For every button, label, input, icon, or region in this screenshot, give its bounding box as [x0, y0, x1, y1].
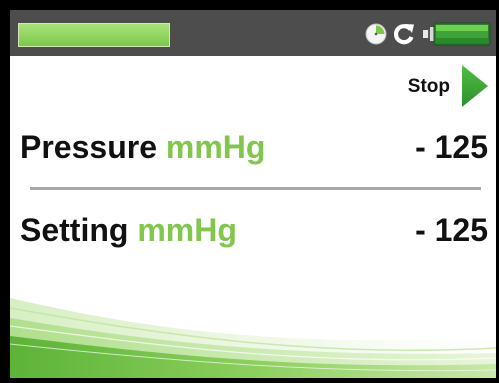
pressure-unit: mmHg: [165, 129, 266, 165]
status-bar: [10, 10, 496, 56]
setting-label: Setting mmHg: [20, 208, 237, 252]
progress-bar: [18, 23, 170, 47]
pressure-label-text: Pressure: [20, 129, 157, 165]
setting-unit: mmHg: [137, 212, 237, 248]
pressure-value: - 125: [415, 129, 488, 165]
clock-icon: [365, 23, 387, 45]
device-frame: Stop Pressure mmHg - 125 Setting mmHg - …: [0, 0, 499, 383]
pressure-row: Pressure mmHg - 125: [20, 125, 488, 169]
stop-button[interactable]: Stop: [402, 64, 490, 110]
pressure-label: Pressure mmHg: [20, 125, 265, 169]
play-icon[interactable]: [461, 64, 489, 108]
setting-row[interactable]: Setting mmHg - 125: [20, 208, 488, 252]
wave-decoration: [10, 298, 496, 378]
battery-icon: [423, 22, 491, 46]
device-screen: Stop Pressure mmHg - 125 Setting mmHg - …: [10, 10, 496, 378]
setting-value: - 125: [415, 212, 488, 248]
progress-fill: [19, 24, 169, 46]
refresh-icon: [393, 24, 414, 45]
stop-label: Stop: [407, 76, 450, 97]
divider: [30, 187, 481, 190]
setting-label-text: Setting: [20, 212, 129, 248]
